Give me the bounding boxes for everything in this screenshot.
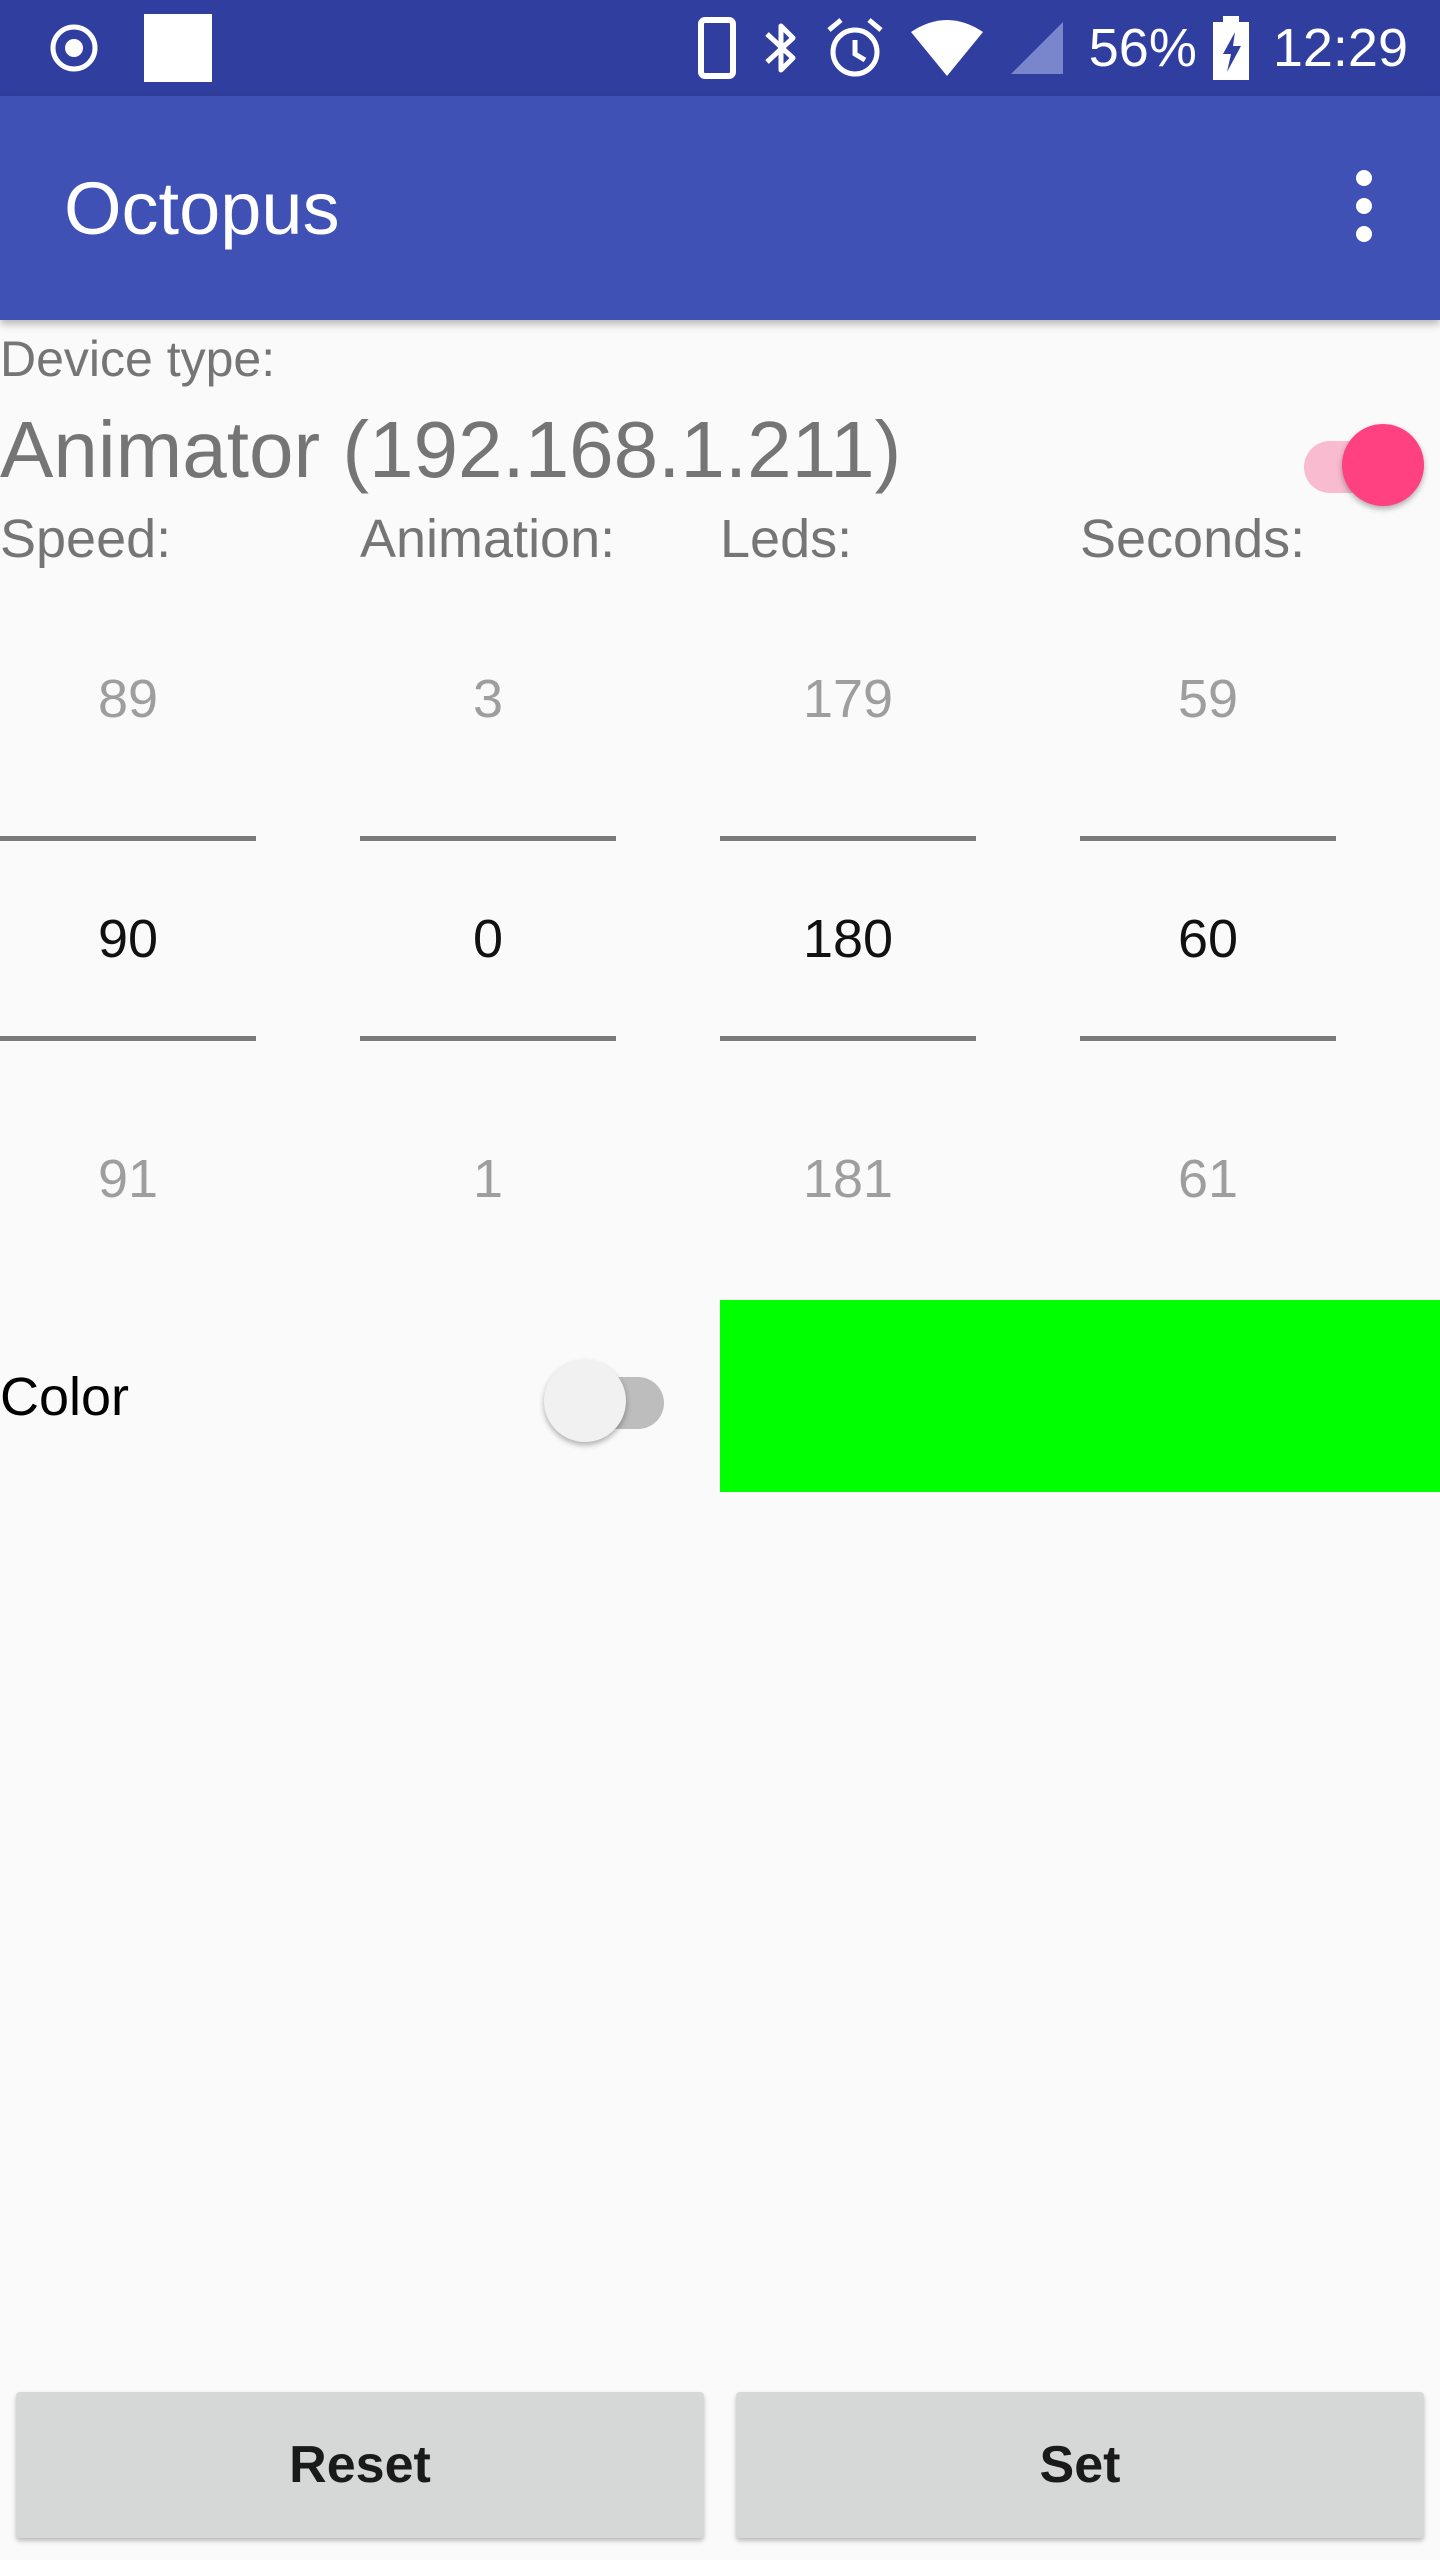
picker-divider xyxy=(1080,836,1336,841)
set-button[interactable]: Set xyxy=(736,2392,1424,2538)
clock: 12:29 xyxy=(1272,18,1408,78)
device-name: Animator (192.168.1.211) xyxy=(0,405,902,494)
speed-picker[interactable]: 89 90 91 xyxy=(0,640,256,1260)
picker-current-value[interactable]: 90 xyxy=(0,908,256,970)
status-bar-right: 56% 12:29 xyxy=(697,14,1408,82)
picker-current-value[interactable]: 0 xyxy=(360,908,616,970)
app-title: Octopus xyxy=(64,167,340,250)
more-vert-icon[interactable] xyxy=(1320,162,1408,250)
speed-label: Speed: xyxy=(0,509,172,569)
bluetooth-icon xyxy=(765,23,796,73)
color-swatch[interactable] xyxy=(720,1300,1440,1492)
status-bar: 56% 12:29 xyxy=(0,0,1440,96)
picker-next-value[interactable]: 91 xyxy=(0,1148,256,1210)
device-enable-switch[interactable] xyxy=(1296,418,1426,506)
app-bar: Octopus xyxy=(0,96,1440,320)
animation-picker[interactable]: 3 0 1 xyxy=(360,640,616,1260)
animation-label: Animation: xyxy=(360,509,616,569)
battery-percent: 56% xyxy=(1088,18,1197,78)
leds-label: Leds: xyxy=(720,509,853,569)
picker-prev-value[interactable]: 3 xyxy=(360,668,616,730)
picker-next-value[interactable]: 61 xyxy=(1080,1148,1336,1210)
leds-picker[interactable]: 179 180 181 xyxy=(720,640,976,1260)
phone-vibrate-icon xyxy=(697,17,736,79)
device-type-label: Device type: xyxy=(0,331,276,387)
record-icon xyxy=(50,24,98,72)
picker-divider xyxy=(720,836,976,841)
cell-signal-icon xyxy=(1010,22,1063,74)
wifi-icon xyxy=(910,20,983,76)
battery-charging-icon xyxy=(1212,16,1249,80)
picker-next-value[interactable]: 1 xyxy=(360,1148,616,1210)
picker-divider xyxy=(0,1036,256,1041)
seconds-picker[interactable]: 59 60 61 xyxy=(1080,640,1336,1260)
picker-divider xyxy=(720,1036,976,1041)
picker-current-value[interactable]: 60 xyxy=(1080,908,1336,970)
picker-prev-value[interactable]: 89 xyxy=(0,668,256,730)
picker-divider xyxy=(360,836,616,841)
alarm-icon xyxy=(827,18,883,77)
picker-prev-value[interactable]: 59 xyxy=(1080,668,1336,730)
picker-current-value[interactable]: 180 xyxy=(720,908,976,970)
picker-divider xyxy=(0,836,256,841)
seconds-label: Seconds: xyxy=(1080,509,1306,569)
picker-divider xyxy=(1080,1036,1336,1041)
picker-next-value[interactable]: 181 xyxy=(720,1148,976,1210)
color-enable-switch[interactable] xyxy=(540,1354,670,1442)
switch-thumb xyxy=(1342,424,1424,506)
switch-thumb xyxy=(544,1360,626,1442)
picker-prev-value[interactable]: 179 xyxy=(720,668,976,730)
square-notification-icon xyxy=(144,14,212,82)
color-label: Color xyxy=(0,1367,130,1427)
reset-button[interactable]: Reset xyxy=(16,2392,704,2538)
picker-divider xyxy=(360,1036,616,1041)
status-bar-left xyxy=(48,14,236,82)
